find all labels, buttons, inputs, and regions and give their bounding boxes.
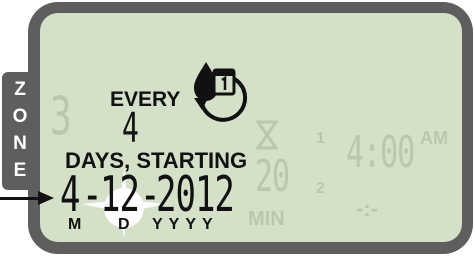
start-time-1-index: 1 bbox=[316, 130, 325, 147]
controller-display: Z O N E 3 EVERY 4 DAYS, STARTING 4 - 12 … bbox=[0, 0, 475, 257]
arrow-pointer-head bbox=[38, 191, 54, 205]
zone-letter-o: O bbox=[12, 106, 28, 127]
start-time-2-index: 2 bbox=[316, 180, 325, 197]
zone-letter-z: Z bbox=[14, 79, 26, 100]
date-caption-year: YYYY bbox=[152, 216, 219, 233]
start-time-1-ampm: AM bbox=[420, 128, 448, 148]
interval-value: 4 bbox=[122, 104, 139, 152]
zone-label: Z O N E bbox=[8, 76, 32, 184]
hourglass-icon bbox=[256, 120, 278, 150]
date-caption-day: D bbox=[118, 216, 130, 233]
date-separator: - bbox=[82, 166, 103, 224]
runtime-unit: MIN bbox=[248, 208, 285, 230]
start-time-2: -:- bbox=[356, 196, 378, 221]
zone-letter-e: E bbox=[13, 160, 27, 181]
every-label: EVERY bbox=[110, 88, 181, 111]
zone-number: 3 bbox=[50, 88, 72, 148]
runtime-value: 20 bbox=[255, 152, 290, 203]
arrow-pointer-icon bbox=[0, 197, 40, 200]
water-drop-calendar-cycle-icon bbox=[194, 62, 248, 122]
zone-letter-n: N bbox=[13, 133, 27, 154]
start-time-1: 4:00 bbox=[346, 128, 415, 179]
date-caption-month: M bbox=[68, 216, 82, 233]
